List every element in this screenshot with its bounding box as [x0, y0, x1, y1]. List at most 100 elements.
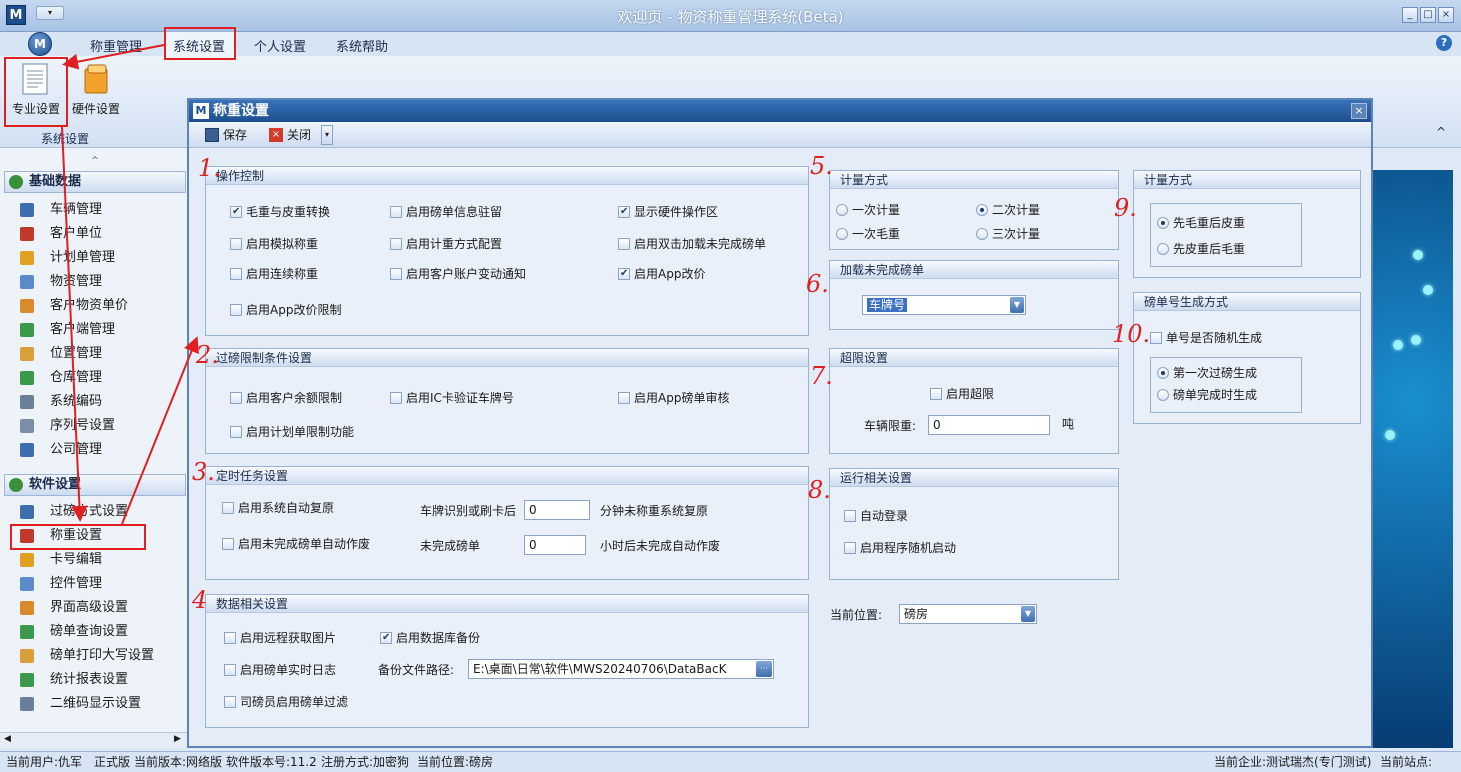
status-company: 当前企业:测试瑞杰(专门测试)	[1214, 755, 1372, 769]
group-weighing-limits: 过磅限制条件设置 启用客户余额限制 启用IC卡验证车牌号 启用App磅单审核 启用计划…	[205, 348, 809, 454]
group-data-settings: 数据相关设置 启用远程获取图片 启用数据库备份 启用磅单实时日志 备份文件路径:…	[205, 594, 809, 728]
ribbon-button-hardware-settings[interactable]: 硬件设置	[68, 60, 124, 126]
checkbox-box[interactable]	[1150, 332, 1162, 344]
scroll-right-icon[interactable]: ▶	[174, 734, 181, 744]
sidebar-item[interactable]: 位置管理	[20, 343, 180, 365]
sidebar-item[interactable]: 公司管理	[20, 439, 180, 461]
checkbox-box[interactable]	[230, 238, 242, 250]
plate-reset-minutes-input[interactable]: 0	[524, 500, 590, 520]
radio-circle[interactable]	[1157, 367, 1169, 379]
save-button[interactable]: 保存	[203, 125, 247, 145]
window-close-button[interactable]: ×	[1438, 7, 1454, 23]
checkbox-box[interactable]	[390, 392, 402, 404]
maximize-button[interactable]: □	[1420, 7, 1436, 23]
save-label: 保存	[223, 128, 248, 142]
sidebar-item-icon	[20, 347, 34, 361]
checkbox-box[interactable]	[222, 538, 234, 550]
group-icon	[9, 478, 23, 492]
menu-weighing[interactable]: 称重管理	[90, 36, 142, 55]
sidebar-item[interactable]: 磅单查询设置	[20, 621, 180, 643]
sidebar-group-software-settings[interactable]: 软件设置	[4, 474, 186, 496]
close-button[interactable]: × 关闭	[267, 125, 311, 145]
annotation-2: 2.	[196, 341, 219, 369]
checkbox-box[interactable]	[224, 664, 236, 676]
toolbar-dropdown[interactable]: ▾	[321, 125, 333, 145]
sidebar-item[interactable]: 磅单打印大写设置	[20, 645, 180, 667]
checkbox-box[interactable]	[930, 388, 942, 400]
radio-circle[interactable]	[1157, 389, 1169, 401]
radio-circle[interactable]	[976, 228, 988, 240]
checkbox-box[interactable]	[230, 205, 242, 219]
sidebar-item[interactable]: 客户单位	[20, 223, 180, 245]
checkbox-box[interactable]	[230, 268, 242, 280]
sidebar-group-basic-data[interactable]: 基础数据	[4, 171, 186, 193]
sidebar-item-icon	[20, 577, 34, 591]
checkbox-box[interactable]	[380, 631, 392, 645]
checkbox-box[interactable]	[222, 502, 234, 514]
sidebar-item[interactable]: 过磅方式设置	[20, 501, 180, 523]
menu-personal-settings[interactable]: 个人设置	[254, 36, 306, 55]
radio-circle[interactable]	[836, 228, 848, 240]
radio-circle[interactable]	[1157, 217, 1169, 229]
checkbox-box[interactable]	[224, 632, 236, 644]
annotation-9: 9.	[1114, 194, 1137, 222]
sidebar-item[interactable]: 二维码显示设置	[20, 693, 180, 715]
highlight-professional-settings	[4, 57, 68, 127]
sidebar-item[interactable]: 界面高级设置	[20, 597, 180, 619]
checkbox-label: 启用磅单实时日志	[240, 663, 337, 677]
sidebar-item[interactable]: 卡号编辑	[20, 549, 180, 571]
dialog-close-button[interactable]: ×	[1351, 103, 1367, 119]
checkbox-label: 启用计划单限制功能	[246, 425, 355, 439]
status-registration: 注册方式:加密狗	[321, 755, 410, 769]
checkbox-box[interactable]	[618, 392, 630, 404]
vehicle-limit-input[interactable]: 0	[928, 415, 1050, 435]
sidebar-item[interactable]: 仓库管理	[20, 367, 180, 389]
checkbox-box[interactable]	[390, 238, 402, 250]
chevron-down-icon[interactable]: ▼	[1021, 606, 1035, 622]
help-icon[interactable]: ?	[1436, 35, 1452, 51]
annotation-6: 6.	[806, 270, 829, 298]
checkbox-box[interactable]	[844, 510, 856, 522]
checkbox-box[interactable]	[618, 205, 630, 219]
checkbox-box[interactable]	[230, 392, 242, 404]
checkbox-box[interactable]	[390, 268, 402, 280]
sidebar-item[interactable]: 控件管理	[20, 573, 180, 595]
sidebar-item[interactable]: 系统编码	[20, 391, 180, 413]
ticket-number-frame: 第一次过磅生成 磅单完成时生成	[1150, 357, 1302, 413]
checkbox-box[interactable]	[618, 238, 630, 250]
minimize-button[interactable]: _	[1402, 7, 1418, 23]
window-title: 欢迎页 - 物资称重管理系统(Beta)	[617, 8, 844, 26]
ribbon-collapse-button[interactable]: ^	[1436, 125, 1446, 139]
sidebar-item[interactable]: 计划单管理	[20, 247, 180, 269]
backup-path-input[interactable]: E:\桌面\日常\软件\MWS20240706\DataBacK ···	[468, 659, 774, 679]
sidebar-item[interactable]: 序列号设置	[20, 415, 180, 437]
checkbox-box[interactable]	[224, 696, 236, 708]
app-menu-orb[interactable]: M	[28, 32, 52, 56]
load-unfinished-select[interactable]: 车牌号 ▼	[862, 295, 1026, 315]
sidebar-item[interactable]: 客户物资单价	[20, 295, 180, 317]
sidebar-scrollbar[interactable]: ◀ ▶	[0, 732, 187, 748]
unfinished-hours-input[interactable]: 0	[524, 535, 586, 555]
checkbox-box[interactable]	[618, 267, 630, 281]
sidebar-scroll-up[interactable]: ^	[4, 156, 186, 168]
radio-label: 先皮重后毛重	[1173, 242, 1246, 256]
sidebar-item[interactable]: 车辆管理	[20, 199, 180, 221]
menu-system-help[interactable]: 系统帮助	[336, 36, 388, 55]
current-position-select[interactable]: 磅房 ▼	[899, 604, 1037, 624]
sidebar-item-label: 二维码显示设置	[50, 696, 142, 711]
radio-circle[interactable]	[836, 204, 848, 216]
sidebar-item[interactable]: 客户端管理	[20, 319, 180, 341]
checkbox-box[interactable]	[230, 426, 242, 438]
radio-circle[interactable]	[976, 204, 988, 216]
checkbox-box[interactable]	[230, 304, 242, 316]
checkbox-box[interactable]	[390, 206, 402, 218]
browse-button[interactable]: ···	[756, 661, 772, 677]
checkbox-box[interactable]	[844, 542, 856, 554]
sidebar-item[interactable]: 物资管理	[20, 271, 180, 293]
sidebar-item[interactable]: 统计报表设置	[20, 669, 180, 691]
group-title: 加载未完成磅单	[830, 261, 1118, 279]
radio-circle[interactable]	[1157, 243, 1169, 255]
scroll-left-icon[interactable]: ◀	[4, 734, 11, 744]
chevron-down-icon[interactable]: ▼	[1010, 297, 1024, 313]
highlight-system-settings-menu	[164, 27, 236, 60]
